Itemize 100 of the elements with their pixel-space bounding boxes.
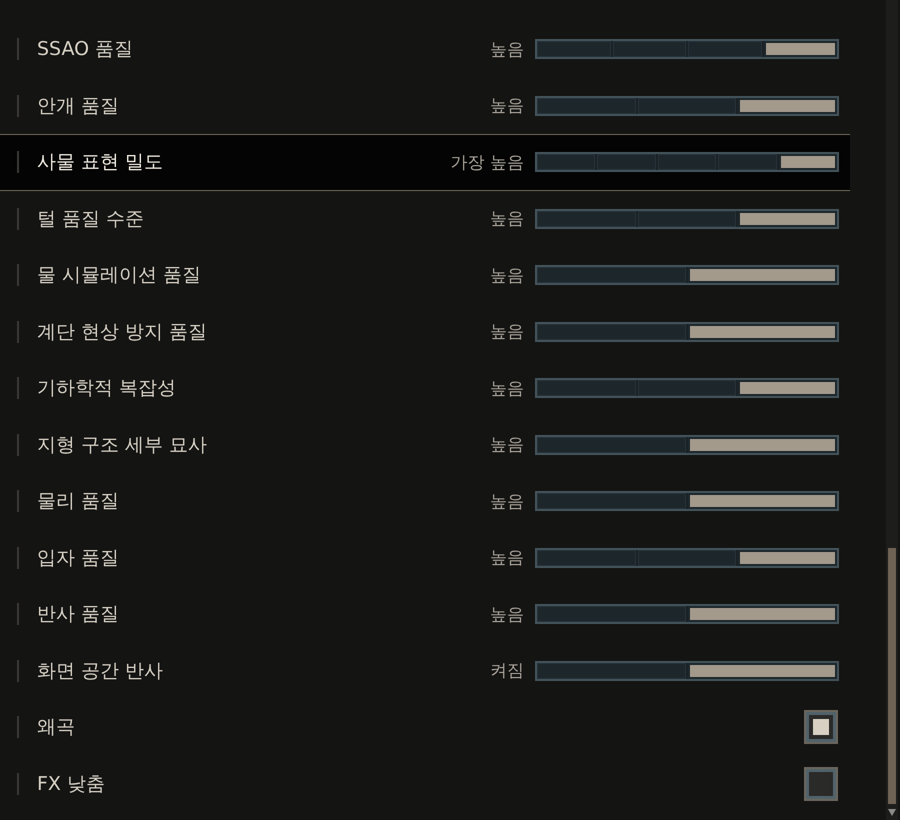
- slider-segment[interactable]: [778, 154, 838, 170]
- setting-value: 켜짐: [490, 660, 524, 682]
- checkbox[interactable]: [806, 768, 836, 799]
- row-marker-icon: [17, 94, 19, 117]
- row-marker-icon: [17, 151, 19, 174]
- slider-segment[interactable]: [537, 606, 686, 622]
- slider-segment[interactable]: [537, 662, 686, 679]
- setting-value: 높음: [490, 95, 524, 118]
- setting-row[interactable]: 반사 품질 높음: [0, 586, 850, 642]
- segmented-slider[interactable]: [535, 491, 839, 512]
- slider-segment[interactable]: [537, 324, 686, 340]
- setting-label: 물리 품질: [37, 489, 120, 514]
- setting-value: 높음: [490, 434, 524, 456]
- segmented-slider[interactable]: [535, 660, 839, 681]
- setting-label: 반사 품질: [37, 602, 120, 628]
- segmented-slider[interactable]: [535, 208, 839, 229]
- setting-value: 높음: [490, 38, 524, 61]
- row-marker-icon: [17, 490, 19, 512]
- setting-row[interactable]: 물리 품질 높음: [0, 473, 850, 530]
- segmented-slider[interactable]: [535, 322, 839, 342]
- segmented-slider[interactable]: [535, 434, 839, 455]
- setting-row[interactable]: 털 품질 수준 높음: [0, 190, 850, 247]
- row-marker-icon: [17, 603, 19, 626]
- row-marker-icon: [17, 716, 19, 738]
- setting-row[interactable]: 물 시뮬레이션 품질 높음: [0, 247, 850, 304]
- row-marker-icon: [17, 434, 19, 456]
- slider-segment[interactable]: [537, 436, 686, 453]
- slider-segment[interactable]: [738, 380, 838, 396]
- setting-label: 계단 현상 방지 품질: [37, 320, 208, 345]
- slider-segment[interactable]: [638, 380, 736, 396]
- slider-segment[interactable]: [638, 210, 736, 227]
- segmented-slider[interactable]: [535, 265, 839, 286]
- slider-segment[interactable]: [638, 550, 736, 566]
- row-marker-icon: [17, 546, 19, 569]
- setting-value: 높음: [490, 547, 524, 570]
- setting-label: 왜곡: [37, 715, 76, 740]
- setting-label: 털 품질 수준: [37, 206, 146, 232]
- row-marker-icon: [17, 38, 19, 60]
- slider-segment[interactable]: [718, 154, 777, 170]
- checkbox[interactable]: [806, 712, 836, 742]
- setting-row[interactable]: FX 낮춤: [0, 756, 850, 812]
- setting-row[interactable]: 입자 품질 높음: [0, 530, 850, 586]
- slider-segment[interactable]: [688, 493, 837, 510]
- segmented-slider[interactable]: [535, 604, 839, 624]
- segmented-slider[interactable]: [535, 378, 839, 398]
- setting-label: SSAO 품질: [37, 37, 134, 62]
- segmented-slider[interactable]: [535, 96, 839, 116]
- slider-segment[interactable]: [537, 493, 686, 510]
- slider-segment[interactable]: [537, 267, 686, 284]
- slider-segment[interactable]: [537, 154, 596, 170]
- scroll-down-icon[interactable]: [887, 807, 897, 817]
- setting-value: 높음: [490, 378, 524, 400]
- slider-segment[interactable]: [658, 154, 716, 170]
- row-marker-icon: [17, 660, 19, 682]
- setting-row[interactable]: 사물 표현 밀도 가장 높음: [0, 134, 850, 190]
- setting-row[interactable]: 왜곡: [0, 699, 850, 756]
- slider-segment[interactable]: [537, 380, 636, 396]
- segmented-slider[interactable]: [535, 548, 839, 568]
- row-marker-icon: [17, 377, 19, 400]
- setting-label: 물 시뮬레이션 품질: [37, 263, 202, 288]
- row-marker-icon: [17, 772, 19, 795]
- slider-segment[interactable]: [638, 98, 736, 114]
- setting-value: 높음: [490, 264, 524, 287]
- setting-value: 높음: [490, 604, 524, 626]
- slider-segment[interactable]: [738, 550, 838, 566]
- row-marker-icon: [17, 208, 19, 230]
- slider-segment[interactable]: [688, 606, 837, 622]
- setting-value: 높음: [490, 490, 524, 513]
- slider-segment[interactable]: [612, 41, 686, 58]
- setting-row[interactable]: SSAO 품질 높음: [0, 21, 850, 78]
- setting-row[interactable]: 계단 현상 방지 품질 높음: [0, 304, 850, 360]
- segmented-slider[interactable]: [535, 39, 839, 60]
- setting-value: 높음: [490, 208, 524, 230]
- slider-segment[interactable]: [738, 98, 838, 114]
- slider-segment[interactable]: [688, 267, 837, 284]
- setting-row[interactable]: 지형 구조 세부 묘사 높음: [0, 416, 850, 473]
- setting-row[interactable]: 화면 공간 반사 켜짐: [0, 642, 850, 699]
- slider-segment[interactable]: [537, 41, 610, 58]
- slider-segment[interactable]: [688, 436, 837, 453]
- slider-segment[interactable]: [537, 98, 636, 114]
- slider-segment[interactable]: [688, 41, 762, 58]
- slider-segment[interactable]: [537, 550, 636, 566]
- segmented-slider[interactable]: [535, 152, 839, 172]
- setting-value: 가장 높음: [450, 152, 524, 174]
- setting-label: 기하학적 복잡성: [37, 376, 178, 402]
- slider-segment[interactable]: [738, 210, 838, 227]
- scroll-thumb[interactable]: [888, 548, 896, 804]
- setting-label: 안개 품질: [37, 94, 120, 119]
- setting-label: 지형 구조 세부 묘사: [37, 432, 208, 458]
- slider-segment[interactable]: [688, 324, 837, 340]
- row-marker-icon: [17, 264, 19, 286]
- slider-segment[interactable]: [688, 662, 837, 679]
- slider-segment[interactable]: [597, 154, 656, 170]
- setting-row[interactable]: 안개 품질 높음: [0, 78, 850, 134]
- scrollbar[interactable]: [886, 0, 898, 820]
- row-marker-icon: [17, 320, 19, 343]
- setting-label: FX 낮춤: [37, 772, 106, 797]
- slider-segment[interactable]: [537, 210, 636, 227]
- setting-row[interactable]: 기하학적 복잡성 높음: [0, 360, 850, 416]
- slider-segment[interactable]: [764, 41, 837, 58]
